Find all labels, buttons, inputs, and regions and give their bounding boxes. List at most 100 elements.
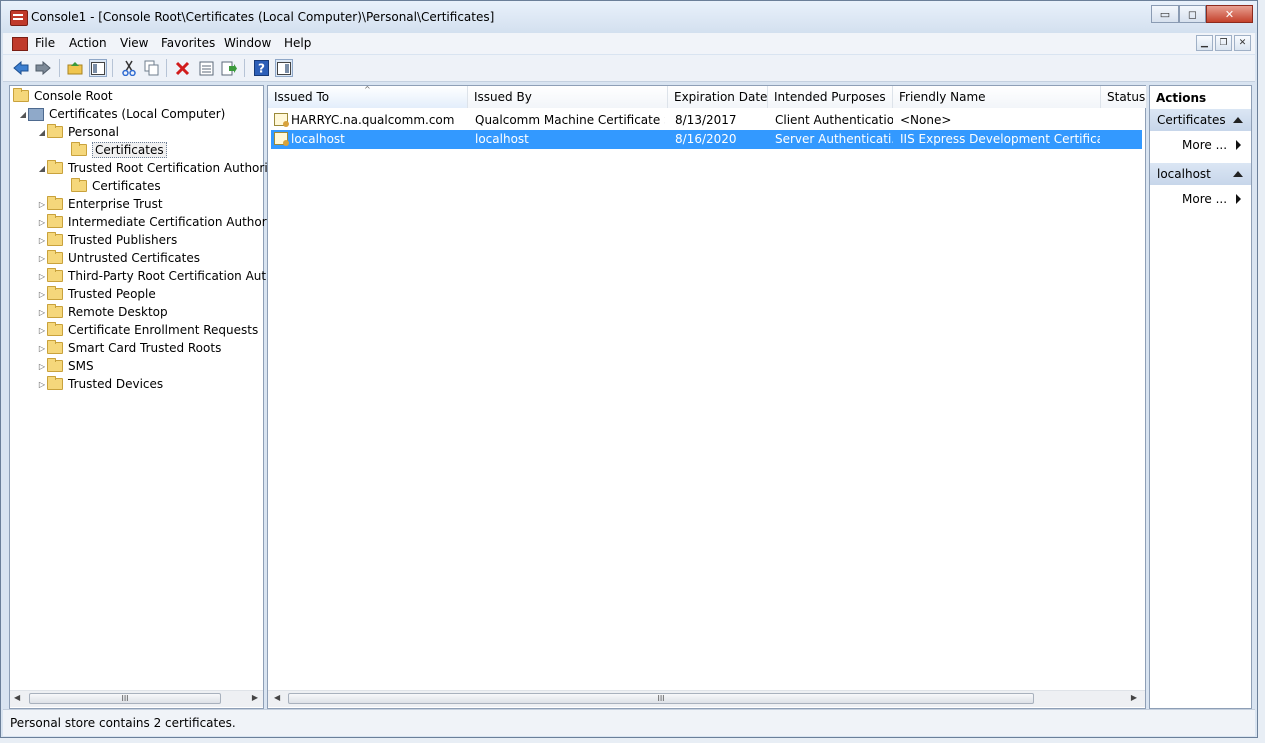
menu-file[interactable]: File xyxy=(35,36,55,50)
maximize-button[interactable]: ◻ xyxy=(1179,5,1206,23)
up-one-level-button[interactable] xyxy=(66,59,84,77)
tree-item-enterprise-trust[interactable]: ▷ Enterprise Trust xyxy=(37,195,163,213)
expand-arrow-icon[interactable]: ▷ xyxy=(37,272,47,281)
mdi-restore-button[interactable]: ❐ xyxy=(1215,35,1232,51)
up-folder-icon xyxy=(67,62,83,75)
tree-item-trusted-root-ca[interactable]: ◢ Trusted Root Certification Authorities xyxy=(37,159,289,177)
title-bar[interactable]: Console1 - [Console Root\Certificates (L… xyxy=(1,1,1257,33)
expand-arrow-icon[interactable]: ▷ xyxy=(37,326,47,335)
tree-item-trusted-root-certificates[interactable]: Certificates xyxy=(71,177,161,195)
restore-icon: ❐ xyxy=(1219,38,1228,48)
tree-item-sms[interactable]: ▷ SMS xyxy=(37,357,94,375)
back-button[interactable] xyxy=(12,59,30,77)
scroll-thumb[interactable]: III xyxy=(29,693,221,704)
close-button[interactable]: ✕ xyxy=(1206,5,1253,23)
column-header-issued-to[interactable]: Issued To ^ xyxy=(268,86,468,108)
folder-icon xyxy=(47,214,63,228)
menu-window[interactable]: Window xyxy=(224,36,271,50)
actions-section-localhost[interactable]: localhost xyxy=(1150,163,1251,185)
collapse-up-icon[interactable] xyxy=(1233,117,1243,123)
expand-arrow-icon[interactable]: ▷ xyxy=(37,218,47,227)
forward-button[interactable] xyxy=(34,59,52,77)
menu-action[interactable]: Action xyxy=(69,36,107,50)
mdi-close-button[interactable]: ✕ xyxy=(1234,35,1251,51)
sort-ascending-icon: ^ xyxy=(364,86,371,94)
tree-item-personal-certificates[interactable]: Certificates xyxy=(71,141,167,159)
submenu-arrow-icon xyxy=(1236,140,1241,150)
column-header-expiration-date[interactable]: Expiration Date xyxy=(668,86,768,108)
cut-button[interactable] xyxy=(120,59,138,77)
column-header-intended-purposes[interactable]: Intended Purposes xyxy=(768,86,893,108)
folder-icon xyxy=(47,232,63,246)
scroll-right-icon[interactable]: ▶ xyxy=(252,693,258,702)
column-header-issued-by[interactable]: Issued By xyxy=(468,86,668,108)
export-list-button[interactable] xyxy=(220,59,238,77)
tree-item-smart-card-trusted-roots[interactable]: ▷ Smart Card Trusted Roots xyxy=(37,339,221,357)
tree-item-intermediate-ca[interactable]: ▷ Intermediate Certification Authorities xyxy=(37,213,292,231)
menu-favorites[interactable]: Favorites xyxy=(161,36,215,50)
column-header-label: Issued To xyxy=(274,90,330,104)
tree-item-untrusted-certificates[interactable]: ▷ Untrusted Certificates xyxy=(37,249,200,267)
help-button[interactable]: ? xyxy=(252,59,270,77)
tree-item-label: Trusted People xyxy=(68,287,156,301)
cell-expiration-date: 8/16/2020 xyxy=(675,132,737,146)
expand-arrow-icon[interactable]: ▷ xyxy=(37,344,47,353)
actions-section-certificates[interactable]: Certificates xyxy=(1150,109,1251,131)
tree-item-label: Certificate Enrollment Requests xyxy=(68,323,259,337)
expand-arrow-icon[interactable]: ▷ xyxy=(37,380,47,389)
tree-item-label: Intermediate Certification Authorities xyxy=(68,215,292,229)
table-row[interactable]: HARRYC.na.qualcomm.com Qualcomm Machine … xyxy=(271,111,1142,130)
tree-item-label: Personal xyxy=(68,125,120,139)
action-more-localhost[interactable]: More ... xyxy=(1182,190,1251,208)
expand-arrow-icon[interactable]: ▷ xyxy=(37,254,47,263)
mdi-minimize-button[interactable]: ▁ xyxy=(1196,35,1213,51)
scroll-left-icon[interactable]: ◀ xyxy=(274,693,280,702)
tree-item-trusted-people[interactable]: ▷ Trusted People xyxy=(37,285,156,303)
menu-help[interactable]: Help xyxy=(284,36,311,50)
collapse-arrow-icon[interactable]: ◢ xyxy=(18,110,28,119)
cell-friendly-name: <None> xyxy=(900,113,952,127)
delete-button[interactable] xyxy=(173,59,191,77)
expand-arrow-icon[interactable]: ▷ xyxy=(37,236,47,245)
collapse-arrow-icon[interactable]: ◢ xyxy=(37,164,47,173)
column-header-status[interactable]: Status xyxy=(1101,86,1147,108)
action-more-certificates[interactable]: More ... xyxy=(1182,136,1251,154)
folder-icon xyxy=(47,358,63,372)
minimize-icon: ▭ xyxy=(1159,7,1171,21)
tree-item-trusted-devices[interactable]: ▷ Trusted Devices xyxy=(37,375,163,393)
results-horizontal-scrollbar[interactable]: ◀ III ▶ xyxy=(268,690,1145,707)
back-icon xyxy=(13,61,29,75)
minimize-icon: ▁ xyxy=(1201,38,1208,48)
delete-icon xyxy=(175,61,189,75)
expand-arrow-icon[interactable]: ▷ xyxy=(37,200,47,209)
copy-button[interactable] xyxy=(143,59,161,77)
tree-item-trusted-publishers[interactable]: ▷ Trusted Publishers xyxy=(37,231,177,249)
show-hide-tree-button[interactable] xyxy=(89,59,107,77)
tree-item-console-root[interactable]: Console Root xyxy=(13,87,113,105)
properties-button[interactable] xyxy=(197,59,215,77)
mmc-app-icon[interactable] xyxy=(10,10,28,26)
tree-item-certificate-enrollment-requests[interactable]: ▷ Certificate Enrollment Requests xyxy=(37,321,258,339)
tree-item-certificates-local-computer[interactable]: ◢ Certificates (Local Computer) xyxy=(18,105,225,123)
expand-arrow-icon[interactable]: ▷ xyxy=(37,308,47,317)
scroll-right-icon[interactable]: ▶ xyxy=(1131,693,1137,702)
scroll-left-icon[interactable]: ◀ xyxy=(14,693,20,702)
copy-icon xyxy=(144,60,159,76)
console-menu-icon[interactable] xyxy=(12,37,28,51)
menu-view[interactable]: View xyxy=(120,36,148,50)
scroll-thumb[interactable]: III xyxy=(288,693,1034,704)
tree-horizontal-scrollbar[interactable]: ◀ III ▶ xyxy=(10,690,263,707)
tree-item-remote-desktop[interactable]: ▷ Remote Desktop xyxy=(37,303,168,321)
actions-section-title: Certificates xyxy=(1157,113,1226,127)
cell-issued-by: Qualcomm Machine Certificate S... xyxy=(475,113,665,127)
table-row[interactable]: localhost localhost 8/16/2020 Server Aut… xyxy=(271,130,1142,149)
show-hide-action-pane-button[interactable] xyxy=(275,59,293,77)
expand-arrow-icon[interactable]: ▷ xyxy=(37,290,47,299)
column-header-friendly-name[interactable]: Friendly Name xyxy=(893,86,1101,108)
tree-item-personal[interactable]: ◢ Personal xyxy=(37,123,119,141)
collapse-up-icon[interactable] xyxy=(1233,171,1243,177)
expand-arrow-icon[interactable]: ▷ xyxy=(37,362,47,371)
collapse-arrow-icon[interactable]: ◢ xyxy=(37,128,47,137)
menu-bar: File Action View Favorites Window Help ▁… xyxy=(3,33,1255,54)
minimize-button[interactable]: ▭ xyxy=(1151,5,1179,23)
